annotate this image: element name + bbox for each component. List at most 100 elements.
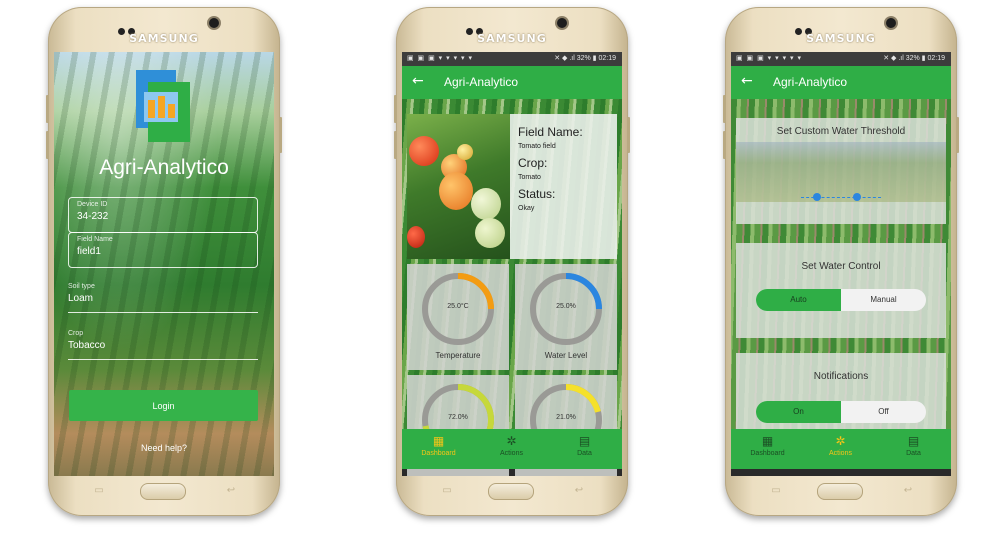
earpiece [795, 20, 821, 35]
side-button [723, 131, 726, 159]
device-id-label: Device ID [77, 201, 108, 208]
nav-dashboard-label: Dashboard [421, 450, 456, 457]
crop-key: Crop: [518, 156, 548, 170]
water-threshold-title: Set Custom Water Threshold [776, 126, 906, 137]
nav-data-label: Data [906, 450, 921, 457]
arrow-left-icon[interactable]: ← [741, 73, 753, 89]
water-control-manual-option[interactable]: Manual [841, 289, 926, 311]
home-button[interactable] [140, 483, 186, 500]
side-button [394, 95, 397, 123]
nav-actions[interactable]: ✲ Actions [475, 434, 548, 457]
status-value: Okay [518, 205, 535, 212]
side-button [956, 117, 959, 153]
water-control-title: Set Water Control [801, 261, 881, 272]
notification-icons: ▣ ▣ ▣ ▾ ▾ ▾ ▾ ▾ [736, 55, 803, 62]
back-key[interactable]: ↩ [572, 486, 586, 496]
app-bar: ← Agri-Analytico [731, 66, 951, 99]
side-button [279, 117, 282, 153]
gear-icon: ✲ [506, 434, 517, 448]
side-button [46, 131, 49, 159]
actions-screen: ▣ ▣ ▣ ▾ ▾ ▾ ▾ ▾ ✕ ◆ .ıl 32% ▮ 02:19 ← Ag… [731, 52, 951, 476]
water-level-value: 25.0% [556, 303, 576, 310]
need-help-link[interactable]: Need help? [54, 443, 274, 453]
field-info-text: Field Name: Tomato field Crop: Tomato St… [518, 122, 583, 218]
back-key[interactable]: ↩ [901, 486, 915, 496]
side-button [627, 117, 630, 153]
front-camera [886, 18, 896, 28]
field-name-key: Field Name: [518, 125, 583, 139]
soil-type-value: Loam [68, 293, 94, 304]
side-button [46, 95, 49, 123]
bottom-navigation: ▦ Dashboard ✲ Actions ▤ Data [731, 429, 951, 469]
earpiece [118, 20, 144, 35]
nav-actions-label: Actions [829, 450, 852, 457]
temperature-gauge-card[interactable]: 25.0°C Temperature [407, 264, 509, 370]
nav-actions[interactable]: ✲ Actions [804, 434, 877, 457]
threshold-slider-min-handle[interactable] [813, 193, 821, 201]
device-id-value: 34-232 [77, 211, 109, 222]
app-bar: ← Agri-Analytico [402, 66, 622, 99]
recent-apps-key[interactable]: ▭ [440, 486, 454, 496]
nav-dashboard[interactable]: ▦ Dashboard [731, 434, 804, 457]
app-logo [136, 70, 190, 142]
nav-data[interactable]: ▤ Data [877, 434, 950, 457]
brand-logo: SAMSUNG [806, 32, 876, 45]
field-name-value: Tomato field [518, 143, 556, 150]
field-name-value: field1 [77, 246, 101, 257]
field-name-field[interactable]: Field Name field1 [68, 232, 258, 268]
nav-data-label: Data [577, 450, 592, 457]
crop-label: Crop [68, 330, 84, 337]
soil-type-field[interactable]: Soil type Loam [68, 283, 258, 313]
gauge-3-value: 72.0% [448, 414, 468, 421]
water-threshold-card: Set Custom Water Threshold [736, 118, 946, 224]
login-screen: Agri-Analytico Device ID 34-232 Field Na… [54, 52, 274, 476]
device-id-field[interactable]: Device ID 34-232 [68, 197, 258, 233]
notifications-card: Notifications On Off [736, 353, 946, 433]
side-button [723, 95, 726, 123]
notifications-on-option[interactable]: On [756, 401, 841, 423]
soil-type-label: Soil type [68, 283, 95, 290]
notifications-off-option[interactable]: Off [841, 401, 926, 423]
tomato-photo [407, 114, 510, 259]
app-bar-title: Agri-Analytico [444, 75, 519, 89]
recent-apps-key[interactable]: ▭ [769, 486, 783, 496]
notification-icons: ▣ ▣ ▣ ▾ ▾ ▾ ▾ ▾ [407, 55, 474, 62]
nav-data[interactable]: ▤ Data [548, 434, 621, 457]
arrow-left-icon[interactable]: ← [412, 73, 424, 89]
gear-icon: ✲ [835, 434, 846, 448]
earpiece [466, 20, 492, 35]
water-control-auto-option[interactable]: Auto [756, 289, 841, 311]
dashboard-icon: ▦ [432, 434, 445, 448]
crop-value: Tomato [518, 174, 541, 181]
water-control-toggle: Auto Manual [756, 289, 926, 311]
side-button [394, 131, 397, 159]
temperature-value: 25.0°C [447, 303, 469, 310]
phone-actions: SAMSUNG ▣ ▣ ▣ ▾ ▾ ▾ ▾ ▾ ✕ ◆ .ıl 32% ▮ 02… [723, 7, 959, 516]
home-button[interactable] [817, 483, 863, 500]
crop-field[interactable]: Crop Tobacco [68, 330, 258, 360]
status-indicators: ✕ ◆ .ıl 32% ▮ 02:19 [554, 55, 616, 62]
water-control-card: Set Water Control Auto Manual [736, 243, 946, 338]
water-level-gauge-card[interactable]: 25.0% Water Level [515, 264, 617, 370]
threshold-slider-max-handle[interactable] [853, 193, 861, 201]
front-camera [557, 18, 567, 28]
crop-value: Tobacco [68, 340, 106, 351]
temperature-label: Temperature [435, 351, 481, 360]
status-bar: ▣ ▣ ▣ ▾ ▾ ▾ ▾ ▾ ✕ ◆ .ıl 32% ▮ 02:19 [731, 52, 951, 66]
back-key[interactable]: ↩ [224, 486, 238, 496]
nav-dashboard[interactable]: ▦ Dashboard [402, 434, 475, 457]
home-button[interactable] [488, 483, 534, 500]
status-key: Status: [518, 187, 556, 201]
dashboard-screen: ▣ ▣ ▣ ▾ ▾ ▾ ▾ ▾ ✕ ◆ .ıl 32% ▮ 02:19 ← Ag… [402, 52, 622, 476]
status-indicators: ✕ ◆ .ıl 32% ▮ 02:19 [883, 55, 945, 62]
phone-login: SAMSUNG Agri-Analytico Device ID 34-232 … [46, 7, 282, 516]
library-books-icon: ▤ [578, 434, 591, 448]
library-books-icon: ▤ [907, 434, 920, 448]
nav-actions-label: Actions [500, 450, 523, 457]
login-button[interactable]: Login [69, 390, 258, 421]
recent-apps-key[interactable]: ▭ [92, 486, 106, 496]
field-name-label: Field Name [77, 236, 113, 243]
field-info-card: Field Name: Tomato field Crop: Tomato St… [407, 114, 617, 259]
dashboard-icon: ▦ [761, 434, 774, 448]
gauge-4-value: 21.0% [556, 414, 576, 421]
